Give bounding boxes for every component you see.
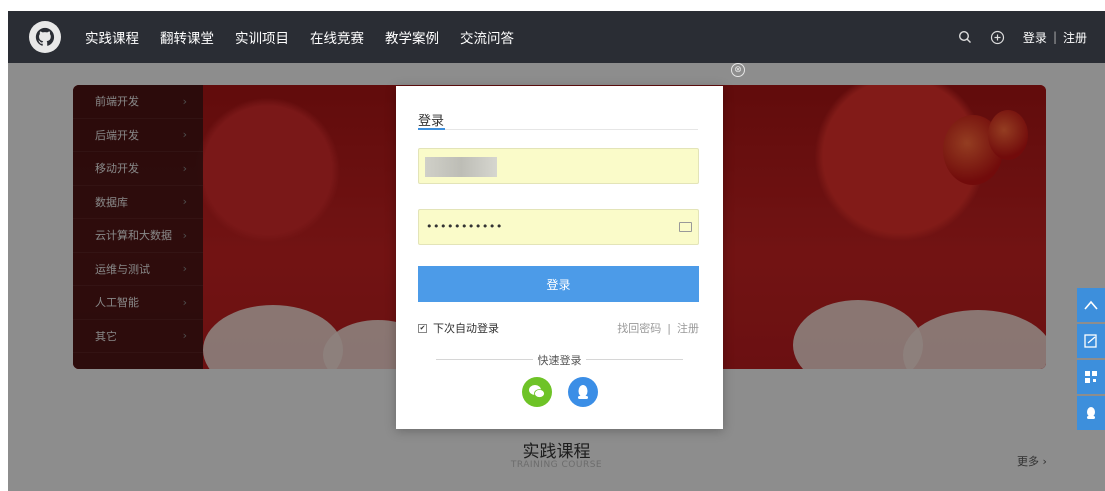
plus-circle-icon[interactable] (990, 30, 1005, 45)
github-logo-icon[interactable] (29, 21, 61, 53)
qrcode-icon[interactable] (1077, 360, 1105, 394)
qq-icon[interactable] (1077, 396, 1105, 430)
search-icon[interactable] (958, 30, 972, 44)
nav-item-online-contest[interactable]: 在线竞赛 (310, 27, 364, 47)
quick-login-label: 快速登录 (537, 354, 582, 367)
link-separator: | (667, 321, 671, 335)
close-icon[interactable]: ⊗ (731, 63, 745, 77)
remember-label: 下次自动登录 (433, 322, 499, 335)
nav-separator: | (1052, 30, 1057, 44)
active-tab-underline (418, 128, 445, 130)
wechat-login-icon[interactable] (522, 377, 552, 407)
remember-me[interactable]: ✔ 下次自动登录 (418, 320, 499, 336)
modal-links: 找回密码 | 注册 (617, 320, 699, 336)
qq-login-icon[interactable] (568, 377, 598, 407)
edit-icon[interactable] (1077, 324, 1105, 358)
nav-register-link[interactable]: 注册 (1063, 29, 1087, 46)
register-link[interactable]: 注册 (677, 320, 699, 336)
redacted-username (425, 157, 497, 177)
password-input[interactable]: ••••••••••• (418, 209, 699, 245)
login-button[interactable]: 登录 (418, 266, 699, 302)
up-arrow-icon[interactable] (1077, 288, 1105, 322)
divider (418, 129, 698, 130)
login-modal: 登录 ••••••••••• 登录 ✔ 下次自动登录 找回密码 | 注册 快速登… (396, 86, 723, 429)
nav-login-link[interactable]: 登录 (1023, 29, 1047, 46)
nav-item-flipped-class[interactable]: 翻转课堂 (160, 27, 214, 47)
top-nav: 实践课程 翻转课堂 实训项目 在线竞赛 教学案例 交流问答 登录 | 注册 (8, 11, 1105, 63)
floating-toolbar (1077, 288, 1105, 432)
username-input[interactable] (418, 148, 699, 184)
forgot-password-link[interactable]: 找回密码 (617, 320, 661, 336)
nav-item-training-project[interactable]: 实训项目 (235, 27, 289, 47)
keyboard-icon[interactable] (679, 222, 692, 232)
nav-item-qa[interactable]: 交流问答 (460, 27, 514, 47)
remember-checkbox[interactable]: ✔ (418, 323, 427, 333)
nav-item-teaching-case[interactable]: 教学案例 (385, 27, 439, 47)
password-mask: ••••••••••• (426, 220, 503, 233)
modal-title[interactable]: 登录 (418, 110, 444, 129)
nav-item-practice-course[interactable]: 实践课程 (85, 27, 139, 47)
